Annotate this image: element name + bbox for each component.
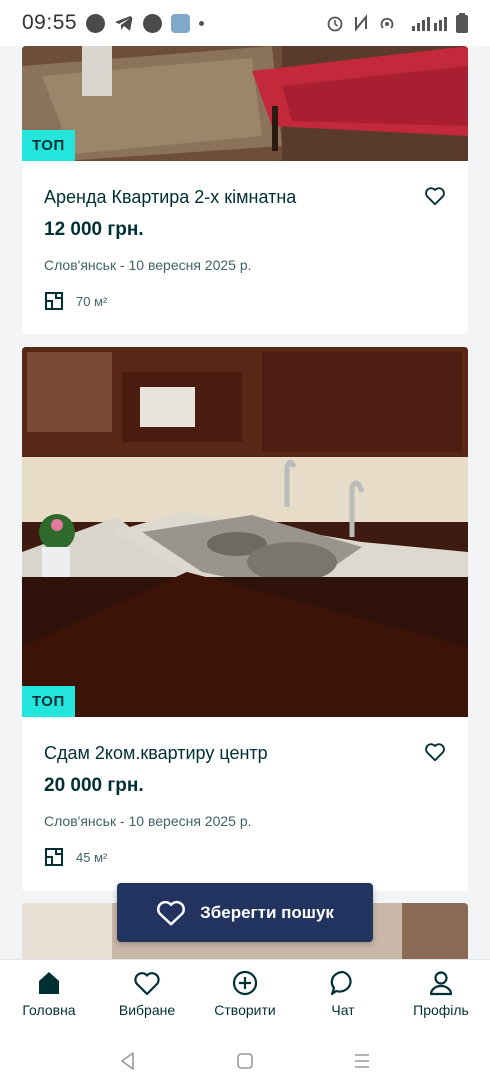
- home-icon: [39, 972, 59, 994]
- system-nav-bar: [0, 1031, 490, 1090]
- floor-plan-icon: [45, 848, 63, 866]
- profile-icon: [429, 971, 453, 996]
- listing-price: 12 000 грн.: [44, 219, 144, 240]
- facebook-icon: [143, 13, 163, 33]
- nfc-icon: [355, 14, 367, 32]
- bottom-nav: Головна Вибране Створити Чат Профіль: [0, 959, 490, 1031]
- listing-area: 70 м²: [44, 291, 446, 311]
- nav-create-label: Створити: [214, 1002, 276, 1018]
- listing-location-date: Слов'янськ - 10 вересня 2025 р.: [44, 813, 252, 829]
- bedroom-photo: [22, 46, 468, 161]
- back-icon[interactable]: [117, 1050, 139, 1072]
- recents-icon[interactable]: [351, 1050, 373, 1072]
- nav-profile[interactable]: Профіль: [392, 968, 490, 1018]
- listing-card[interactable]: ТОП Аренда Квартира 2-х кімнатна 12 000 …: [22, 46, 468, 334]
- app-icon: [171, 13, 191, 33]
- kitchen-photo: [22, 347, 468, 717]
- favorite-heart-icon[interactable]: [424, 741, 446, 763]
- telegram-icon: [115, 15, 134, 31]
- save-search-label: Зберегти пошук: [200, 902, 334, 922]
- chat-icon: [330, 970, 352, 996]
- listing-photo[interactable]: ТОП: [22, 46, 468, 161]
- status-bar: 09:55: [0, 0, 490, 46]
- home-square-icon[interactable]: [234, 1050, 256, 1072]
- nav-favorites-label: Вибране: [118, 1002, 176, 1018]
- nav-home-label: Головна: [22, 1002, 76, 1018]
- listing-area: 45 м²: [44, 847, 446, 867]
- battery-icon: [456, 13, 468, 33]
- listing-photo[interactable]: ТОП: [22, 347, 468, 717]
- listing-price: 20 000 грн.: [44, 775, 144, 796]
- top-badge: ТОП: [22, 686, 75, 717]
- listing-area-value: 45 м²: [76, 849, 108, 865]
- listing-title[interactable]: Сдам 2ком.квартиру центр: [44, 741, 446, 765]
- status-time: 09:55: [22, 11, 78, 34]
- favorite-heart-icon[interactable]: [424, 185, 446, 207]
- nav-create[interactable]: Створити: [196, 968, 294, 1018]
- hotspot-icon: [380, 17, 394, 29]
- listing-title[interactable]: Аренда Квартира 2-х кімнатна: [44, 185, 446, 209]
- dot-icon: [199, 20, 205, 26]
- top-badge: ТОП: [22, 130, 75, 161]
- alarm-icon: [327, 16, 343, 32]
- nav-favorites[interactable]: Вибране: [98, 968, 196, 1018]
- nav-profile-label: Профіль: [413, 1002, 469, 1018]
- nav-home[interactable]: Головна: [0, 968, 98, 1018]
- heart-icon: [134, 972, 160, 996]
- facebook-icon: [86, 13, 106, 33]
- nav-chat-label: Чат: [331, 1002, 355, 1018]
- listing-location-date: Слов'янськ - 10 вересня 2025 р.: [44, 257, 252, 273]
- nav-chat[interactable]: Чат: [294, 968, 392, 1018]
- listing-area-value: 70 м²: [76, 293, 108, 309]
- listing-card[interactable]: ТОП Сдам 2ком.квартиру центр 20 000 грн.…: [22, 347, 468, 891]
- signal-icon: [412, 17, 447, 31]
- save-search-button[interactable]: Зберегти пошук: [117, 883, 373, 942]
- heart-icon: [157, 900, 186, 925]
- floor-plan-icon: [45, 292, 63, 310]
- plus-circle-icon: [232, 970, 258, 996]
